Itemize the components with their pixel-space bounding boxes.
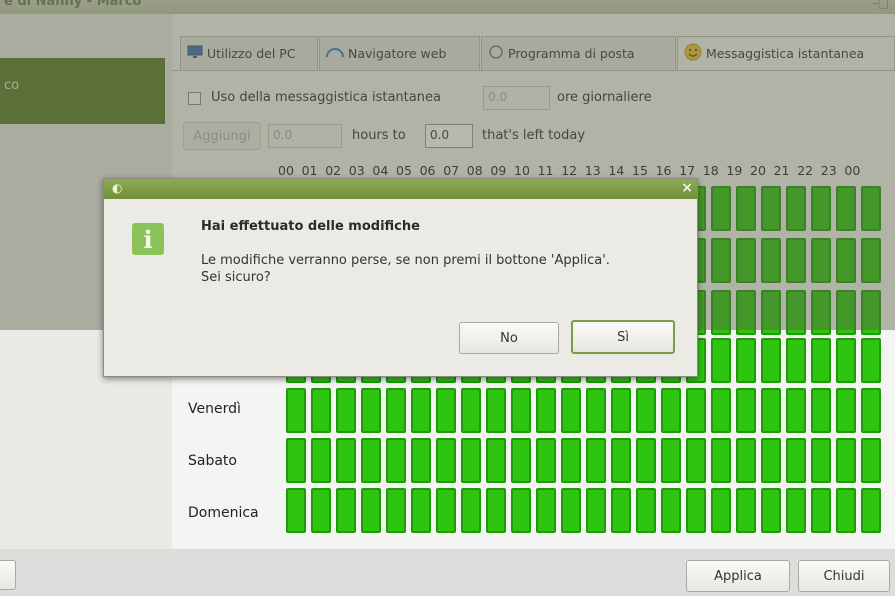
schedule-cell[interactable]	[711, 488, 731, 533]
info-icon: i	[132, 223, 164, 255]
schedule-cell[interactable]	[836, 338, 856, 383]
day-label-friday: Venerdì	[188, 401, 241, 417]
schedule-cell[interactable]	[611, 388, 631, 433]
schedule-cell[interactable]	[711, 438, 731, 483]
schedule-cell[interactable]	[786, 388, 806, 433]
schedule-cell[interactable]	[861, 388, 881, 433]
schedule-cell[interactable]	[761, 488, 781, 533]
schedule-cell[interactable]	[836, 388, 856, 433]
schedule-cell[interactable]	[761, 438, 781, 483]
schedule-cell[interactable]	[486, 388, 506, 433]
schedule-cell[interactable]	[511, 388, 531, 433]
day-label-sunday: Domenica	[188, 505, 259, 521]
schedule-cell[interactable]	[536, 438, 556, 483]
schedule-cell[interactable]	[661, 438, 681, 483]
schedule-cell[interactable]	[736, 488, 756, 533]
schedule-cell[interactable]	[711, 388, 731, 433]
schedule-cell[interactable]	[586, 388, 606, 433]
schedule-cell[interactable]	[286, 388, 306, 433]
no-button[interactable]: No	[459, 322, 559, 354]
schedule-cell[interactable]	[861, 488, 881, 533]
schedule-cell[interactable]	[386, 488, 406, 533]
schedule-cell[interactable]	[661, 488, 681, 533]
schedule-cell[interactable]	[636, 388, 656, 433]
close-icon[interactable]: ×	[681, 180, 693, 196]
schedule-cell[interactable]	[311, 438, 331, 483]
schedule-cell[interactable]	[411, 488, 431, 533]
dialog-heading: Hai effettuato delle modifiche	[201, 219, 420, 234]
schedule-cell[interactable]	[386, 388, 406, 433]
schedule-cell[interactable]	[736, 438, 756, 483]
dialog-titlebar: ◐ ×	[104, 179, 697, 199]
schedule-cell[interactable]	[561, 488, 581, 533]
schedule-cell[interactable]	[586, 488, 606, 533]
app-icon: ◐	[112, 181, 123, 195]
schedule-cell[interactable]	[811, 338, 831, 383]
schedule-cell[interactable]	[436, 388, 456, 433]
day-label-saturday: Sabato	[188, 453, 237, 469]
schedule-cell[interactable]	[736, 388, 756, 433]
schedule-cell[interactable]	[686, 488, 706, 533]
schedule-cell[interactable]	[286, 438, 306, 483]
schedule-cell[interactable]	[611, 488, 631, 533]
schedule-cell[interactable]	[411, 388, 431, 433]
schedule-cell[interactable]	[461, 488, 481, 533]
schedule-cell[interactable]	[761, 388, 781, 433]
schedule-cell[interactable]	[836, 488, 856, 533]
schedule-cell[interactable]	[811, 438, 831, 483]
schedule-cell[interactable]	[611, 438, 631, 483]
schedule-cell[interactable]	[461, 438, 481, 483]
schedule-cell[interactable]	[836, 438, 856, 483]
schedule-cell[interactable]	[636, 438, 656, 483]
confirm-dialog: ◐ × i Hai effettuato delle modifiche Le …	[103, 178, 698, 377]
schedule-cell[interactable]	[436, 438, 456, 483]
close-button[interactable]: Chiudi	[798, 560, 890, 592]
schedule-cell[interactable]	[811, 488, 831, 533]
schedule-cell[interactable]	[511, 438, 531, 483]
apply-button[interactable]: Applica	[686, 560, 790, 592]
schedule-cell[interactable]	[711, 338, 731, 383]
schedule-cell[interactable]	[361, 488, 381, 533]
dialog-message: Le modifiche verranno perse, se non prem…	[201, 253, 610, 285]
schedule-cell[interactable]	[786, 488, 806, 533]
schedule-cell[interactable]	[336, 438, 356, 483]
schedule-cell[interactable]	[361, 438, 381, 483]
left-footer-button[interactable]	[0, 560, 16, 590]
schedule-cell[interactable]	[636, 488, 656, 533]
schedule-cell[interactable]	[536, 488, 556, 533]
schedule-cell[interactable]	[411, 438, 431, 483]
schedule-cell[interactable]	[386, 438, 406, 483]
schedule-cell[interactable]	[686, 438, 706, 483]
schedule-cell[interactable]	[586, 438, 606, 483]
schedule-cell[interactable]	[536, 388, 556, 433]
schedule-cell[interactable]	[761, 338, 781, 383]
schedule-cell[interactable]	[736, 338, 756, 383]
schedule-cell[interactable]	[336, 488, 356, 533]
schedule-cell[interactable]	[811, 388, 831, 433]
schedule-cell[interactable]	[561, 438, 581, 483]
schedule-cell[interactable]	[311, 388, 331, 433]
schedule-cell[interactable]	[336, 388, 356, 433]
schedule-cell[interactable]	[561, 388, 581, 433]
schedule-cell[interactable]	[686, 388, 706, 433]
schedule-cell[interactable]	[486, 488, 506, 533]
schedule-cell[interactable]	[361, 388, 381, 433]
schedule-cell[interactable]	[486, 438, 506, 483]
schedule-cell[interactable]	[311, 488, 331, 533]
schedule-cell[interactable]	[861, 338, 881, 383]
schedule-cell[interactable]	[286, 488, 306, 533]
schedule-cell[interactable]	[861, 438, 881, 483]
schedule-cell[interactable]	[436, 488, 456, 533]
schedule-cell[interactable]	[461, 388, 481, 433]
schedule-cell[interactable]	[786, 338, 806, 383]
schedule-cell[interactable]	[786, 438, 806, 483]
schedule-cell[interactable]	[511, 488, 531, 533]
yes-button[interactable]: Sì	[571, 320, 675, 354]
schedule-cell[interactable]	[661, 388, 681, 433]
